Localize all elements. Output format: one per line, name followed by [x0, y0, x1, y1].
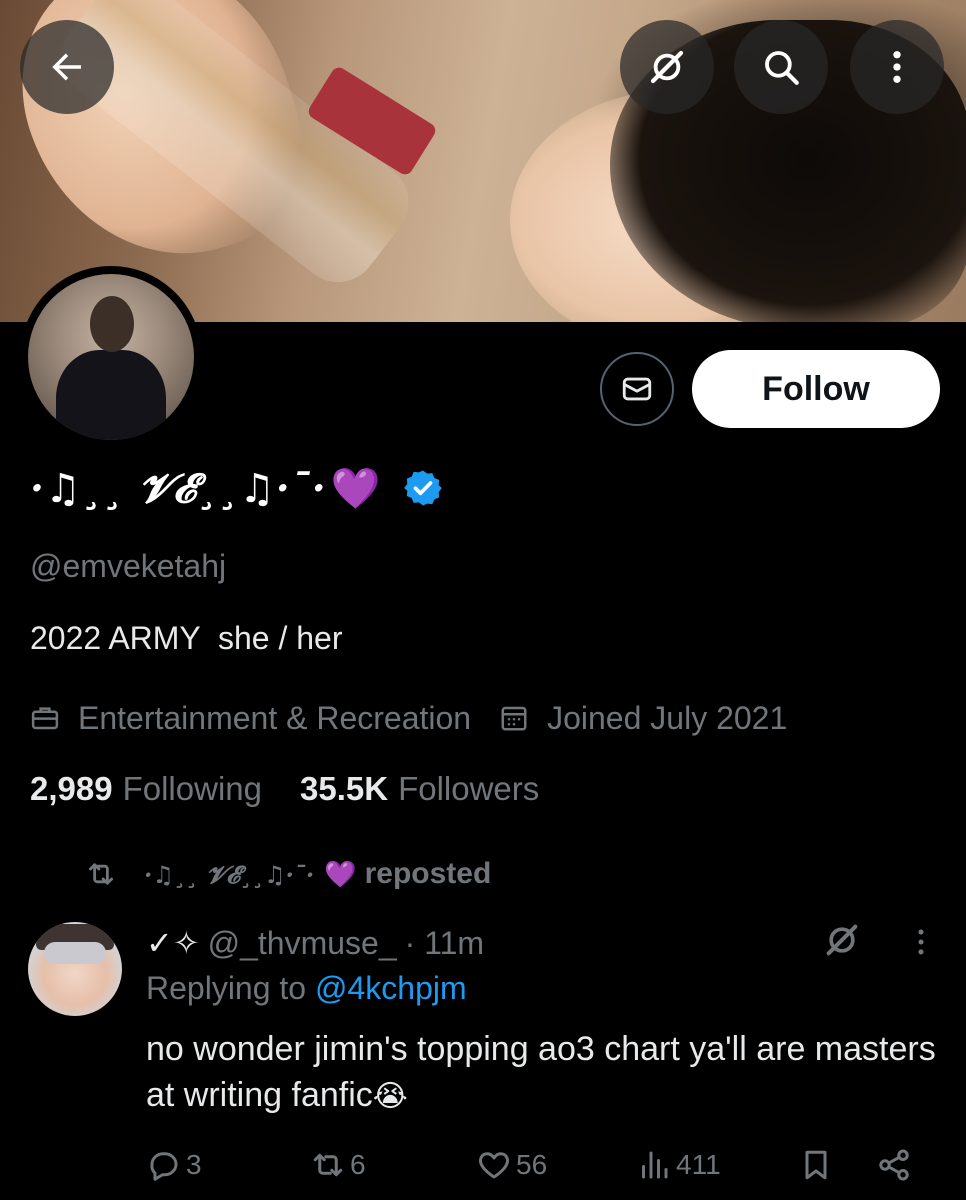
message-button[interactable] — [600, 352, 674, 426]
tweet-author-avatar[interactable] — [28, 922, 122, 1016]
reply-button[interactable]: 3 — [146, 1140, 202, 1190]
grok-icon — [650, 50, 684, 84]
briefcase-icon — [31, 707, 59, 730]
heart-icon — [479, 1152, 509, 1179]
tweet-text-body: no wonder jimin's topping ao3 chart ya'l… — [146, 1030, 936, 1114]
more-options-button[interactable] — [850, 20, 944, 114]
search-button[interactable] — [734, 20, 828, 114]
like-count: 56 — [516, 1149, 548, 1180]
tweet-author-handle[interactable]: @_thvmuse_ — [208, 925, 397, 962]
repost-icon — [313, 1153, 343, 1177]
tweet-author-name[interactable]: ✓✧ — [146, 924, 200, 962]
share-button[interactable] — [876, 1140, 916, 1190]
repost-user-name: ·♫¸¸ 𝓥𝓔¸¸♫·¯· — [144, 859, 315, 889]
profile-stats: 2,989 Following 35.5K Followers — [30, 770, 539, 808]
avatar-figure-head — [90, 296, 134, 352]
repost-icon — [88, 863, 114, 885]
replying-mention[interactable]: @4kchpjm — [315, 970, 467, 1006]
verified-badge-icon[interactable] — [403, 468, 443, 508]
like-button[interactable]: 56 — [476, 1140, 547, 1190]
avatar-figure-body — [56, 350, 166, 440]
profile-category: Entertainment & Recreation — [78, 699, 472, 736]
avatar-image — [28, 274, 194, 440]
share-icon — [879, 1149, 909, 1181]
calendar-icon — [501, 706, 527, 731]
grok-button[interactable] — [620, 20, 714, 114]
bookmark-button[interactable] — [798, 1140, 838, 1190]
display-name: ·♫¸¸ 𝓥𝓔¸¸♫·¯· 💜 — [30, 458, 443, 518]
search-icon — [765, 51, 799, 85]
followers-label: Followers — [398, 770, 540, 807]
view-count: 411 — [676, 1149, 721, 1180]
follow-button[interactable]: Follow — [692, 350, 940, 428]
following-label: Following — [122, 770, 262, 807]
reply-count: 3 — [186, 1149, 202, 1180]
repost-heart-emoji: 💜 — [324, 858, 357, 889]
repost-count: 6 — [350, 1149, 366, 1180]
repost-button[interactable]: 6 — [310, 1140, 366, 1190]
reply-icon — [150, 1152, 178, 1181]
profile-handle: @emveketahj — [30, 548, 227, 584]
tweet-time[interactable]: · 11m — [405, 925, 484, 962]
followers-count: 35.5K — [300, 770, 389, 807]
replying-to: Replying to @4kchpjm — [146, 970, 467, 1007]
back-button[interactable] — [20, 20, 114, 114]
profile-avatar[interactable] — [20, 266, 202, 448]
envelope-icon — [622, 377, 652, 401]
profile-joined-date: Joined July 2021 — [547, 699, 788, 736]
repost-label: reposted — [364, 857, 492, 890]
bookmark-icon — [805, 1150, 827, 1180]
display-name-text: ·♫¸¸ 𝓥𝓔¸¸♫·¯· — [30, 464, 327, 512]
tweet-text: no wonder jimin's topping ao3 chart ya'l… — [146, 1026, 936, 1120]
arrow-left-icon — [52, 53, 81, 81]
repost-indicator[interactable]: ·♫¸¸ 𝓥𝓔¸¸♫·¯· 💜 reposted — [84, 852, 491, 896]
following-link[interactable]: 2,989 Following — [30, 770, 262, 808]
tweet-more-icon[interactable] — [904, 922, 938, 962]
replying-label: Replying to — [146, 970, 307, 1006]
profile-meta: Entertainment & Recreation Joined July 2… — [30, 695, 787, 741]
tweet-grok-icon[interactable] — [822, 920, 862, 960]
views-button[interactable]: 411 — [636, 1140, 721, 1190]
heart-emoji: 💜 — [330, 464, 382, 512]
analytics-icon — [642, 1151, 668, 1179]
more-vertical-icon — [893, 51, 901, 83]
following-count: 2,989 — [30, 770, 113, 807]
tweet-header: ✓✧ @_thvmuse_ · 11m — [146, 920, 484, 966]
tweet-actions: 3 6 56 411 — [146, 1140, 936, 1190]
tweet-avatar-mask — [44, 942, 106, 964]
profile-bio: 2022 ARMY she / her — [30, 620, 343, 656]
crying-emoji: 😭 — [372, 1080, 408, 1113]
followers-link[interactable]: 35.5K Followers — [300, 770, 539, 808]
